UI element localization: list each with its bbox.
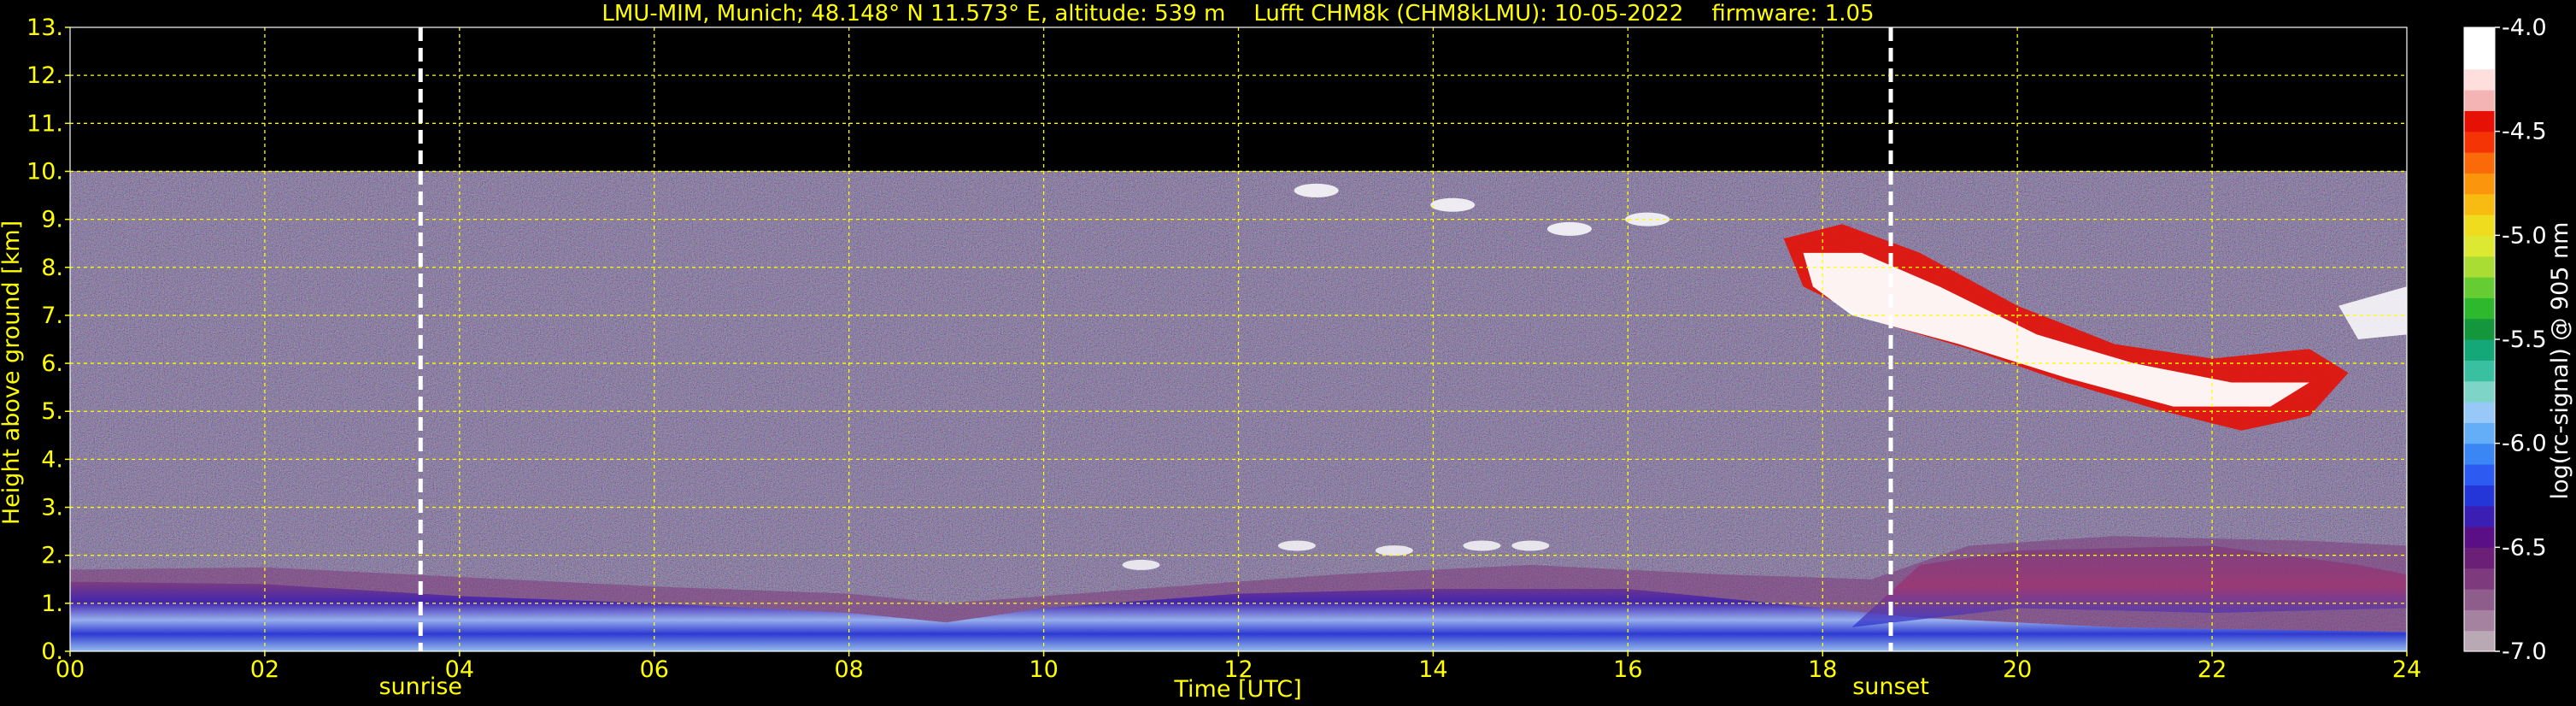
colorbar-segment — [2464, 256, 2495, 278]
colorbar-tick-label: -7.0 — [2502, 638, 2547, 665]
colorbar: -7.0 -6.5 -6.0 -5.5 -5.0 -4.5 -4.0 — [2463, 15, 2547, 665]
y-tick-label: 12. — [26, 62, 63, 89]
high-cloud-patch-1 — [1430, 197, 1476, 212]
y-tick-label: 8. — [41, 255, 63, 281]
colorbar-segment — [2464, 90, 2495, 111]
colorbar-tick-label: -6.0 — [2502, 431, 2547, 457]
colorbar-tick-label: -4.5 — [2502, 119, 2547, 145]
y-axis-label: Height above ground [km] — [0, 221, 25, 525]
colorbar-segment — [2464, 152, 2495, 174]
colorbar-segment — [2464, 609, 2495, 632]
colorbar-segment — [2464, 527, 2495, 548]
y-tick-label: 2. — [41, 543, 63, 569]
y-tick-label: 10. — [26, 158, 63, 185]
colorbar-segment — [2464, 68, 2495, 91]
colorbar-segment — [2464, 589, 2495, 610]
ceilometer-chart: sunrise sunset 00 02 04 06 08 10 12 14 16 18 20 22 24… — [0, 1, 2573, 703]
x-tick-label: 14 — [1418, 656, 1447, 683]
x-axis-label: Time [UTC] — [1173, 676, 1301, 703]
y-tick-label: 6. — [41, 350, 63, 377]
high-cloud-patch-0 — [1294, 183, 1339, 197]
y-tick-label: 1. — [41, 591, 63, 617]
x-tick-label: 08 — [834, 656, 863, 683]
colorbar-segment — [2464, 360, 2495, 382]
x-tick-label: 22 — [2198, 656, 2227, 683]
low-cloud-patch-3 — [1463, 540, 1501, 551]
x-tick-label: 16 — [1613, 656, 1642, 683]
colorbar-segment — [2464, 380, 2495, 403]
colorbar-segment — [2464, 27, 2495, 49]
colorbar-segment — [2464, 277, 2495, 298]
colorbar-segment — [2464, 193, 2495, 215]
marker-label-sunset: sunset — [1852, 674, 1929, 700]
y-tick-label: 9. — [41, 207, 63, 233]
colorbar-segment — [2464, 443, 2495, 465]
chart-title: LMU-MIM, Munich; 48.148° N 11.573° E, al… — [601, 1, 1874, 26]
colorbar-segment — [2464, 173, 2495, 195]
y-tick-label: 11. — [26, 110, 63, 137]
high-cloud-patch-2 — [1546, 221, 1592, 236]
y-tick-label: 7. — [41, 303, 63, 329]
y-tick-label: 3. — [41, 495, 63, 521]
y-tick-label: 5. — [41, 398, 63, 425]
x-tick-label: 18 — [1808, 656, 1837, 683]
colorbar-tick-label: -5.0 — [2502, 222, 2547, 249]
x-tick-label: 02 — [250, 656, 279, 683]
colorbar-segment — [2464, 402, 2495, 423]
colorbar-segment — [2464, 339, 2495, 361]
colorbar-segment — [2464, 464, 2495, 485]
x-tick-label: 10 — [1029, 656, 1058, 683]
y-tick-label: 13. — [26, 15, 63, 41]
colorbar-tick-label: -4.0 — [2502, 15, 2547, 41]
colorbar-segment — [2464, 235, 2495, 257]
colorbar-segment — [2464, 215, 2495, 236]
colorbar-tick-label: -5.5 — [2502, 327, 2547, 353]
colorbar-segment — [2464, 485, 2495, 507]
colorbar-segment — [2464, 131, 2495, 153]
colorbar-segment — [2464, 422, 2495, 444]
colorbar-segment — [2464, 48, 2495, 70]
colorbar-label: log(rc-signal) @ 905 nm — [2547, 222, 2573, 500]
colorbar-segment — [2464, 568, 2495, 590]
x-tick-label: 20 — [2003, 656, 2032, 683]
colorbar-segment — [2464, 297, 2495, 320]
low-cloud-patch-2 — [1375, 545, 1413, 556]
y-tick-label: 0. — [41, 638, 63, 665]
colorbar-segment — [2464, 505, 2495, 527]
x-tick-label: 04 — [445, 656, 474, 683]
y-tick-label: 4. — [41, 446, 63, 473]
low-cloud-patch-1 — [1277, 540, 1316, 551]
colorbar-segment — [2464, 110, 2495, 132]
x-tick-label: 24 — [2392, 656, 2421, 683]
low-cloud-patch-0 — [1122, 559, 1160, 570]
x-tick-label: 06 — [640, 656, 669, 683]
colorbar-tick-label: -6.5 — [2502, 534, 2547, 561]
colorbar-segment — [2464, 547, 2495, 569]
low-cloud-patch-4 — [1511, 540, 1550, 551]
colorbar-segment — [2464, 630, 2495, 652]
colorbar-segment — [2464, 318, 2495, 340]
